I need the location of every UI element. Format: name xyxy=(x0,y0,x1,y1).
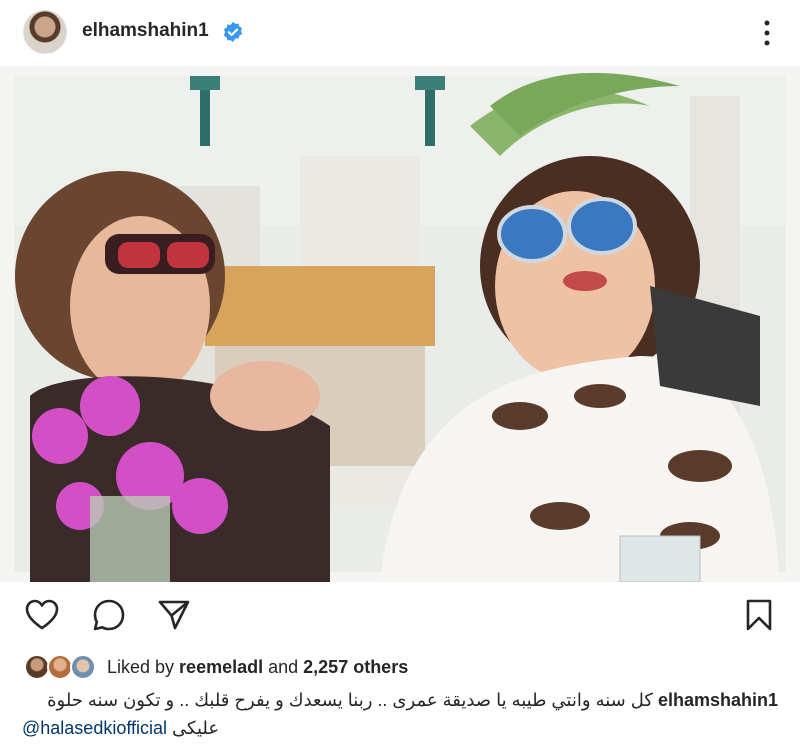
likes-prefix: Liked by xyxy=(107,657,180,677)
heart-icon[interactable] xyxy=(24,597,60,633)
more-vertical-icon[interactable] xyxy=(762,18,772,48)
caption-username[interactable]: elhamshahin1 xyxy=(658,690,778,710)
liker-avatar[interactable] xyxy=(70,654,96,680)
comment-icon[interactable] xyxy=(91,597,127,633)
caption-text-after: عليكى xyxy=(172,718,220,738)
likes-middle: and xyxy=(263,657,304,677)
caption-line-1: كل سنه وانتي طيبه يا صديقة عمرى .. ربنا … xyxy=(47,690,778,711)
bookmark-icon[interactable] xyxy=(741,597,777,633)
profile-avatar[interactable] xyxy=(23,10,67,54)
caption-line-2: @halasedkiofficial عليكى xyxy=(22,718,219,739)
likes-count[interactable]: 2,257 others xyxy=(303,657,408,677)
likes-summary[interactable]: Liked by reemeladl and 2,257 others xyxy=(107,657,408,678)
verified-badge-icon xyxy=(223,21,243,43)
post-username[interactable]: elhamshahin1 xyxy=(82,20,209,42)
action-bar xyxy=(0,582,800,644)
caption: كل سنه وانتي طيبه يا صديقة عمرى .. ربنا … xyxy=(0,684,800,750)
send-icon[interactable] xyxy=(156,597,192,633)
post-header: elhamshahin1 xyxy=(0,0,800,66)
likes-row: Liked by reemeladl and 2,257 others xyxy=(0,652,800,682)
caption-mention[interactable]: @halasedkiofficial xyxy=(22,718,167,738)
post-photo[interactable] xyxy=(0,66,800,582)
liker-username[interactable]: reemeladl xyxy=(179,657,263,677)
caption-text: كل سنه وانتي طيبه يا صديقة عمرى .. ربنا … xyxy=(47,690,653,710)
